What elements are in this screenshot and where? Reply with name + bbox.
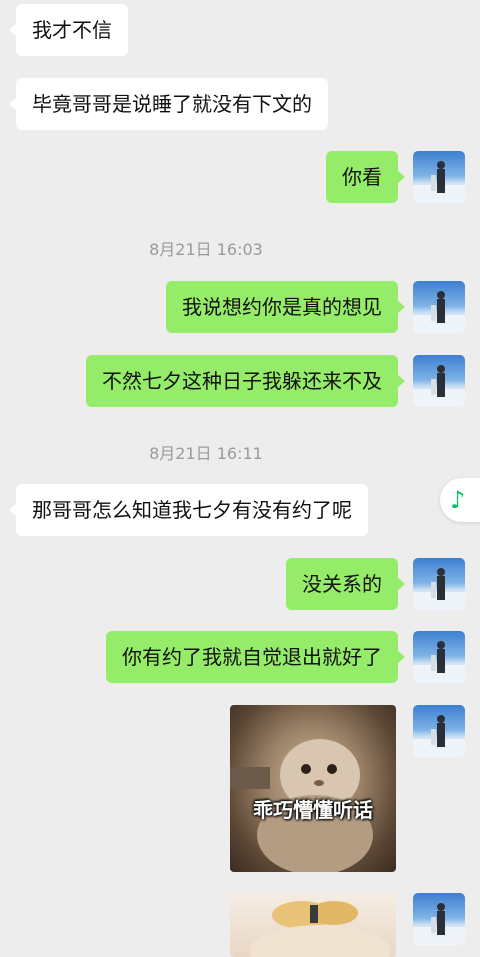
message-bubble-incoming[interactable]: 毕竟哥哥是说睡了就没有下文的 xyxy=(9,78,328,130)
sticker-caption: 乖巧懵懂听话 xyxy=(253,798,373,822)
message-text: 你看 xyxy=(342,165,382,189)
chat-timestamp: 8月21日 16:11 xyxy=(149,444,263,463)
music-note-icon: ♪ xyxy=(450,486,466,514)
message-bubble-outgoing[interactable]: 不然七夕这种日子我躲还来不及 xyxy=(86,355,405,407)
cat-sticker-illustration xyxy=(230,739,373,872)
message-text: 我才不信 xyxy=(32,18,112,42)
avatar[interactable] xyxy=(413,893,465,945)
message-text: 我说想约你是真的想见 xyxy=(182,295,382,319)
avatar-image xyxy=(413,161,465,203)
message-text: 毕竟哥哥是说睡了就没有下文的 xyxy=(32,92,312,116)
floating-music-button[interactable]: ♪ xyxy=(440,478,480,522)
message-text: 那哥哥怎么知道我七夕有没有约了呢 xyxy=(32,498,352,522)
avatar[interactable] xyxy=(413,558,465,610)
avatar[interactable] xyxy=(413,355,465,407)
avatar-image xyxy=(413,365,465,407)
message-bubble-outgoing[interactable]: 我说想约你是真的想见 xyxy=(166,281,405,333)
avatar[interactable] xyxy=(413,631,465,683)
avatar-image xyxy=(413,291,465,333)
message-text: 没关系的 xyxy=(302,572,382,596)
avatar[interactable] xyxy=(413,705,465,757)
avatar-image xyxy=(413,903,465,945)
sticker-image[interactable] xyxy=(230,893,396,957)
avatar[interactable] xyxy=(413,151,465,203)
message-bubble-incoming[interactable]: 我才不信 xyxy=(9,4,128,56)
sticker-image[interactable]: 乖巧懵懂听话 xyxy=(230,705,396,872)
chat-timestamp: 8月21日 16:03 xyxy=(149,240,263,259)
message-bubble-outgoing[interactable]: 你有约了我就自觉退出就好了 xyxy=(106,631,405,683)
message-bubble-outgoing[interactable]: 没关系的 xyxy=(286,558,405,610)
avatar-image xyxy=(413,641,465,683)
avatar-image xyxy=(413,715,465,757)
dog-sticker-illustration xyxy=(250,901,390,957)
message-text: 你有约了我就自觉退出就好了 xyxy=(122,645,382,669)
avatar[interactable] xyxy=(413,281,465,333)
message-bubble-incoming[interactable]: 那哥哥怎么知道我七夕有没有约了呢 xyxy=(9,484,368,536)
message-bubble-outgoing[interactable]: 你看 xyxy=(326,151,405,203)
avatar-image xyxy=(413,568,465,610)
message-text: 不然七夕这种日子我躲还来不及 xyxy=(102,369,382,393)
